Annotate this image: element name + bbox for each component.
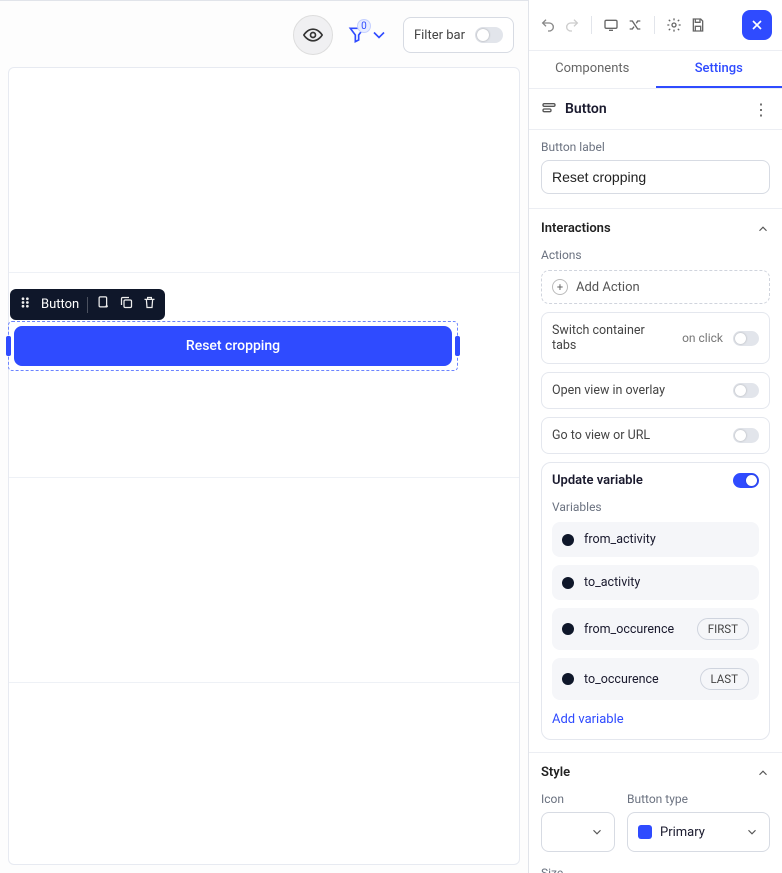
icon-select[interactable] bbox=[541, 812, 615, 852]
color-swatch bbox=[638, 825, 652, 839]
close-icon bbox=[749, 17, 765, 33]
interactions-title: Interactions bbox=[541, 221, 611, 236]
button-type-value: Primary bbox=[660, 825, 705, 840]
variable-dot-icon bbox=[562, 673, 574, 685]
canvas-surface[interactable] bbox=[8, 67, 520, 865]
selection-floating-toolbar[interactable]: Button bbox=[10, 289, 165, 320]
redo-button[interactable] bbox=[563, 16, 581, 34]
element-menu-button[interactable]: ⋮ bbox=[753, 100, 770, 119]
variable-dot-icon bbox=[562, 577, 574, 589]
element-title: Button bbox=[565, 101, 745, 117]
variable-name: to_occurence bbox=[584, 672, 690, 687]
variable-row[interactable]: from_occurence FIRST bbox=[552, 608, 759, 650]
preview-button[interactable] bbox=[293, 15, 333, 55]
settings-gear-button[interactable] bbox=[665, 16, 683, 34]
variable-row[interactable]: to_activity bbox=[552, 565, 759, 600]
element-header: Button ⋮ bbox=[529, 89, 782, 130]
update-variable-block: Update variable Variables from_activity … bbox=[541, 462, 770, 740]
tab-components[interactable]: Components bbox=[529, 51, 656, 88]
undo-button[interactable] bbox=[539, 16, 557, 34]
variable-value-pill: LAST bbox=[700, 668, 750, 690]
add-variable-link[interactable]: Add variable bbox=[552, 712, 759, 727]
action-toggle[interactable] bbox=[733, 383, 759, 398]
drag-handle-icon[interactable] bbox=[18, 295, 33, 314]
button-type-field-label: Button type bbox=[627, 792, 770, 806]
variable-dot-icon bbox=[562, 623, 574, 635]
inspector-toolbar bbox=[529, 0, 782, 51]
divider bbox=[654, 16, 655, 34]
shuffle-button[interactable] bbox=[626, 16, 644, 34]
size-field-label: Size bbox=[541, 866, 770, 873]
style-title: Style bbox=[541, 765, 570, 780]
button-type-select[interactable]: Primary bbox=[627, 812, 770, 852]
button-element-icon bbox=[541, 99, 557, 119]
resize-handle-right[interactable] bbox=[455, 336, 460, 356]
action-toggle[interactable] bbox=[733, 428, 759, 443]
inspector-tabs: Components Settings bbox=[529, 51, 782, 89]
canvas-row bbox=[9, 478, 519, 683]
variable-name: to_activity bbox=[584, 575, 749, 590]
button-label-field: Button label bbox=[529, 130, 782, 209]
save-button[interactable] bbox=[689, 16, 707, 34]
eye-icon bbox=[303, 25, 323, 45]
variable-row[interactable]: to_occurence LAST bbox=[552, 658, 759, 700]
divider bbox=[87, 297, 88, 313]
interactions-section: Interactions Actions + Add Action Switch… bbox=[529, 209, 782, 753]
update-variable-title: Update variable bbox=[552, 473, 643, 488]
filter-funnel-button[interactable]: 0 bbox=[347, 25, 389, 45]
variable-name: from_activity bbox=[584, 532, 749, 547]
inspector-panel: Components Settings Button ⋮ Button labe… bbox=[528, 0, 782, 873]
action-switch-tabs[interactable]: Switch container tabs on click bbox=[541, 312, 770, 364]
canvas-button-text: Reset cropping bbox=[186, 338, 280, 354]
add-component-icon[interactable] bbox=[96, 295, 111, 314]
resize-handle-left[interactable] bbox=[6, 336, 11, 356]
canvas-row bbox=[9, 68, 519, 273]
variable-value-pill: FIRST bbox=[697, 618, 749, 640]
style-section: Style Icon Button type Primary bbox=[529, 753, 782, 873]
variable-row[interactable]: from_activity bbox=[552, 522, 759, 557]
chevron-down-icon bbox=[745, 825, 759, 839]
action-label: Go to view or URL bbox=[552, 428, 723, 443]
filter-bar-toggle[interactable]: Filter bar bbox=[403, 17, 514, 53]
icon-field-label: Icon bbox=[541, 792, 615, 806]
selection-type-label: Button bbox=[41, 297, 79, 312]
duplicate-icon[interactable] bbox=[119, 295, 134, 314]
funnel-count-badge: 0 bbox=[357, 19, 371, 33]
plus-icon: + bbox=[552, 279, 568, 295]
chevron-down-icon bbox=[590, 825, 604, 839]
tab-settings[interactable]: Settings bbox=[656, 51, 782, 88]
divider bbox=[591, 16, 592, 34]
device-preview-button[interactable] bbox=[602, 16, 620, 34]
canvas-row bbox=[9, 683, 519, 865]
add-action-label: Add Action bbox=[576, 280, 640, 295]
chevron-up-icon bbox=[756, 222, 770, 236]
chevron-up-icon bbox=[756, 766, 770, 780]
action-trigger-chip: on click bbox=[682, 331, 723, 345]
action-toggle[interactable] bbox=[733, 331, 759, 346]
filter-bar-switch[interactable] bbox=[475, 27, 503, 43]
button-label-input[interactable] bbox=[541, 160, 770, 194]
delete-icon[interactable] bbox=[142, 295, 157, 314]
variable-dot-icon bbox=[562, 534, 574, 546]
action-open-overlay[interactable]: Open view in overlay bbox=[541, 372, 770, 409]
variable-name: from_occurence bbox=[584, 622, 687, 637]
update-variable-toggle[interactable] bbox=[733, 473, 759, 488]
action-goto-url[interactable]: Go to view or URL bbox=[541, 417, 770, 454]
field-label: Button label bbox=[541, 140, 770, 154]
chevron-down-icon bbox=[369, 25, 389, 45]
variables-sublabel: Variables bbox=[552, 500, 759, 514]
canvas-primary-button[interactable]: Reset cropping bbox=[14, 326, 452, 366]
action-label: Open view in overlay bbox=[552, 383, 723, 398]
style-header[interactable]: Style bbox=[541, 765, 770, 780]
close-inspector-button[interactable] bbox=[742, 10, 772, 40]
canvas-pane: 0 Filter bar Button Reset crop bbox=[0, 0, 528, 873]
filter-bar-label: Filter bar bbox=[414, 28, 465, 43]
add-action-button[interactable]: + Add Action bbox=[541, 270, 770, 304]
canvas-toolbar: 0 Filter bar bbox=[293, 15, 514, 55]
action-label: Switch container tabs bbox=[552, 323, 672, 353]
actions-sublabel: Actions bbox=[541, 248, 770, 262]
interactions-header[interactable]: Interactions bbox=[541, 221, 770, 236]
